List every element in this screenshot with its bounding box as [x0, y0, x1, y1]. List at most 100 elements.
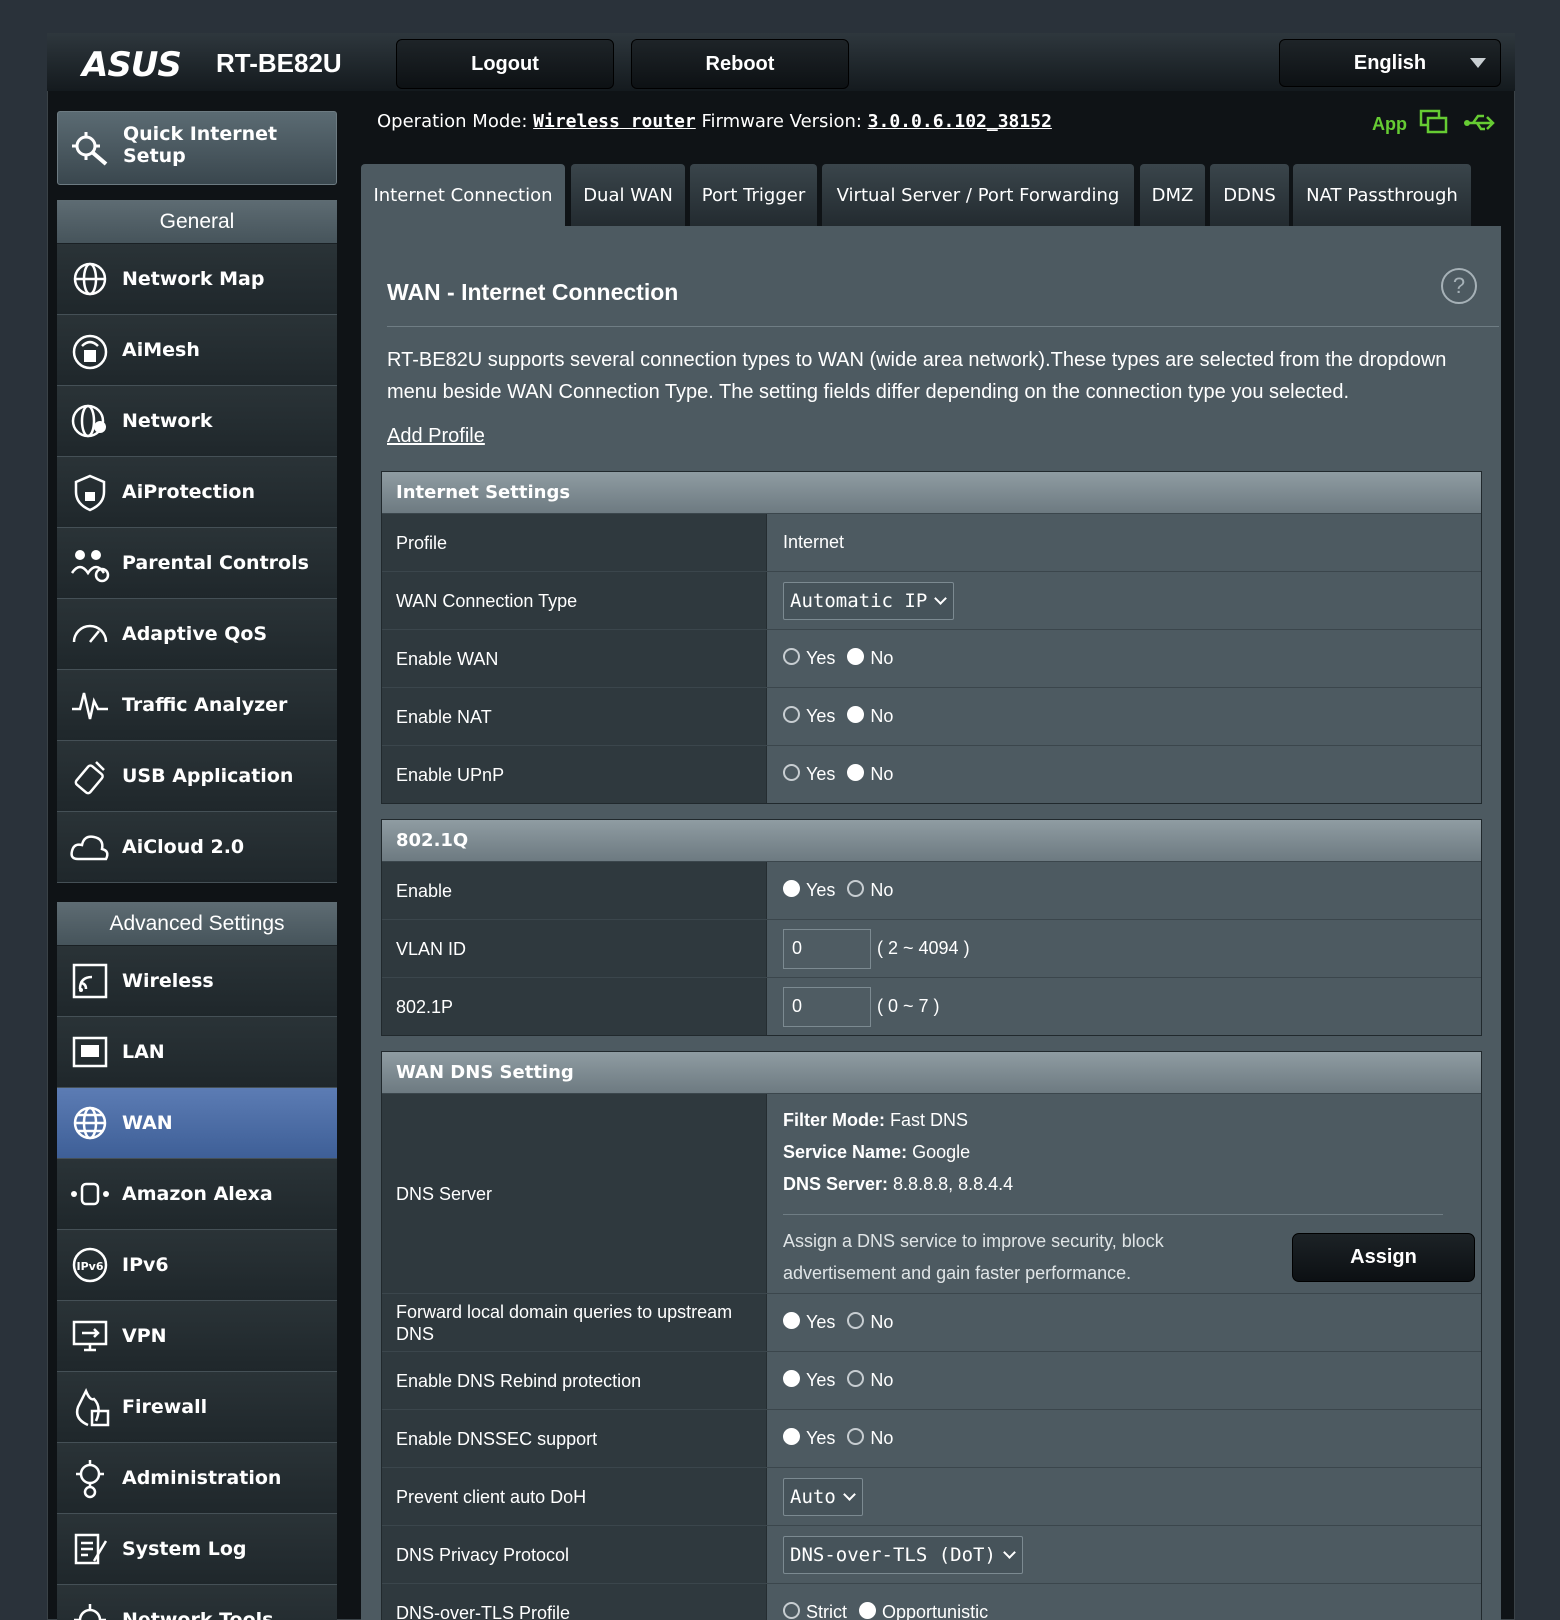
globe-icon — [73, 1106, 107, 1140]
tab-nat-passthrough[interactable]: NAT Passthrough — [1293, 164, 1471, 226]
tab-dual-wan[interactable]: Dual WAN — [571, 164, 685, 226]
profile-value: Internet — [767, 514, 1481, 571]
chevron-down-icon — [842, 1487, 856, 1501]
sidebar-item-wan[interactable]: WAN — [57, 1088, 337, 1159]
sidebar-item-wireless[interactable]: Wireless — [57, 946, 337, 1017]
radio-label: No — [870, 648, 894, 668]
enable-wan-no-radio[interactable]: No — [847, 647, 894, 669]
reboot-button[interactable]: Reboot — [631, 39, 849, 89]
select-value: Automatic IP — [790, 589, 928, 612]
sidebar-item-parental-controls[interactable]: Parental Controls — [57, 528, 337, 599]
forward-yes-radio[interactable]: Yes — [783, 1311, 835, 1333]
row-value: Automatic IP — [767, 572, 1481, 629]
sidebar-item-network-map[interactable]: Network Map — [57, 244, 337, 315]
sidebar-item-network-tools[interactable]: Network Tools — [57, 1585, 337, 1620]
dns-privacy-select[interactable]: DNS-over-TLS (DoT) — [783, 1535, 1023, 1574]
tab-internet-connection[interactable]: Internet Connection — [361, 164, 565, 226]
wizard-wand-icon — [72, 132, 108, 166]
row-value: Yes No — [767, 1294, 1481, 1351]
sidebar-item-label: Network — [122, 410, 213, 432]
row-label: Enable — [382, 862, 767, 919]
rebind-yes-radio[interactable]: Yes — [783, 1369, 835, 1391]
radio-label: No — [870, 1428, 894, 1448]
devices-icon[interactable] — [1418, 108, 1452, 138]
tab-virtual-server[interactable]: Virtual Server / Port Forwarding — [822, 164, 1134, 226]
sidebar-item-label: IPv6 — [122, 1254, 169, 1276]
dot1q-enable-row: Enable Yes No — [382, 861, 1481, 919]
enable-wan-yes-radio[interactable]: Yes — [783, 647, 835, 669]
asus-logo: ASUS — [82, 45, 182, 85]
advanced-header: Advanced Settings — [57, 902, 337, 946]
firmware-label: Firmware Version: — [701, 111, 862, 132]
radio-dot — [847, 763, 865, 781]
radio-label: No — [870, 1312, 894, 1332]
firmware-link[interactable]: 3.0.0.6.102_38152 — [868, 111, 1052, 132]
filter-mode-key: Filter Mode: — [783, 1110, 885, 1130]
sidebar-item-firewall[interactable]: Firewall — [57, 1372, 337, 1443]
dot1q-no-radio[interactable]: No — [847, 879, 893, 901]
radio-dot — [783, 1601, 800, 1619]
row-label: DNS-over-TLS Profile — [382, 1584, 767, 1620]
model-name: RT-BE82U — [216, 48, 342, 78]
radio-label: Opportunistic — [882, 1602, 989, 1620]
tab-port-trigger[interactable]: Port Trigger — [690, 164, 817, 226]
enable-nat-no-radio[interactable]: No — [847, 705, 893, 727]
firewall-flame-icon — [75, 1387, 110, 1427]
sidebar-item-usb-application[interactable]: USB Application — [57, 741, 337, 812]
sidebar-item-label: LAN — [122, 1041, 165, 1063]
tab-ddns[interactable]: DDNS — [1210, 164, 1289, 226]
assign-button[interactable]: Assign — [1292, 1233, 1475, 1282]
enable-upnp-yes-radio[interactable]: Yes — [783, 763, 835, 785]
sidebar-item-ipv6[interactable]: IPv6 IPv6 — [57, 1230, 337, 1301]
row-label: Enable DNS Rebind protection — [382, 1352, 767, 1409]
dot1q-yes-radio[interactable]: Yes — [783, 879, 835, 901]
radio-label: Yes — [806, 1428, 836, 1448]
wan-type-select[interactable]: Automatic IP — [783, 581, 955, 620]
sidebar-item-aiprotection[interactable]: AiProtection — [57, 457, 337, 528]
dot-strict-radio[interactable]: Strict — [783, 1601, 847, 1620]
vlan-id-input[interactable] — [783, 928, 871, 969]
row-label: DNS Privacy Protocol — [382, 1526, 767, 1583]
sidebar-item-label: VPN — [122, 1325, 167, 1347]
enable-upnp-no-radio[interactable]: No — [847, 763, 893, 785]
row-value: ( 0 ~ 7 ) — [767, 978, 1481, 1035]
usb-icon[interactable] — [1463, 108, 1497, 138]
sidebar-item-network[interactable]: Network — [57, 386, 337, 457]
add-profile-link[interactable]: Add Profile — [387, 425, 485, 448]
language-select[interactable]: English — [1279, 39, 1501, 87]
op-mode-link[interactable]: Wireless router — [533, 111, 696, 132]
tab-dmz[interactable]: DMZ — [1140, 164, 1205, 226]
dns-divider — [783, 1214, 1443, 1215]
prevent-doh-select[interactable]: Auto — [783, 1477, 863, 1516]
sidebar-item-label: Administration — [122, 1467, 282, 1489]
chevron-down-icon — [934, 591, 948, 605]
rebind-no-radio[interactable]: No — [847, 1369, 893, 1391]
service-name-value: Google — [907, 1142, 971, 1162]
sidebar-item-lan[interactable]: LAN — [57, 1017, 337, 1088]
sidebar-item-adaptive-qos[interactable]: Adaptive QoS — [57, 599, 337, 670]
dot-opportunistic-radio[interactable]: Opportunistic — [859, 1601, 989, 1620]
app-link[interactable]: App — [1372, 114, 1407, 135]
sidebar-item-amazon-alexa[interactable]: Amazon Alexa — [57, 1159, 337, 1230]
quick-internet-setup-button[interactable]: Quick Internet Setup — [57, 111, 337, 185]
logout-button[interactable]: Logout — [396, 39, 614, 89]
language-value: English — [1353, 51, 1427, 74]
radio-label: Yes — [806, 706, 836, 726]
radio-dot — [783, 1369, 800, 1387]
enable-nat-yes-radio[interactable]: Yes — [783, 705, 836, 727]
sidebar-item-aimesh[interactable]: AiMesh — [57, 315, 337, 386]
lan-port-icon — [72, 1036, 108, 1068]
forward-local-row: Forward local domain queries to upstream… — [382, 1293, 1481, 1351]
sidebar-item-administration[interactable]: Administration — [57, 1443, 337, 1514]
dnssec-no-radio[interactable]: No — [847, 1427, 894, 1449]
sidebar-item-aicloud-2-0[interactable]: AiCloud 2.0 — [57, 812, 337, 883]
dnssec-yes-radio[interactable]: Yes — [783, 1427, 836, 1449]
dot1p-input[interactable] — [783, 986, 871, 1027]
sidebar-item-vpn[interactable]: VPN — [57, 1301, 337, 1372]
help-icon[interactable]: ? — [1441, 268, 1477, 304]
radio-dot — [847, 1311, 865, 1329]
sidebar-item-traffic-analyzer[interactable]: Traffic Analyzer — [57, 670, 337, 741]
forward-no-radio[interactable]: No — [847, 1311, 894, 1333]
sidebar-item-label: USB Application — [122, 765, 294, 787]
sidebar-item-system-log[interactable]: System Log — [57, 1514, 337, 1585]
